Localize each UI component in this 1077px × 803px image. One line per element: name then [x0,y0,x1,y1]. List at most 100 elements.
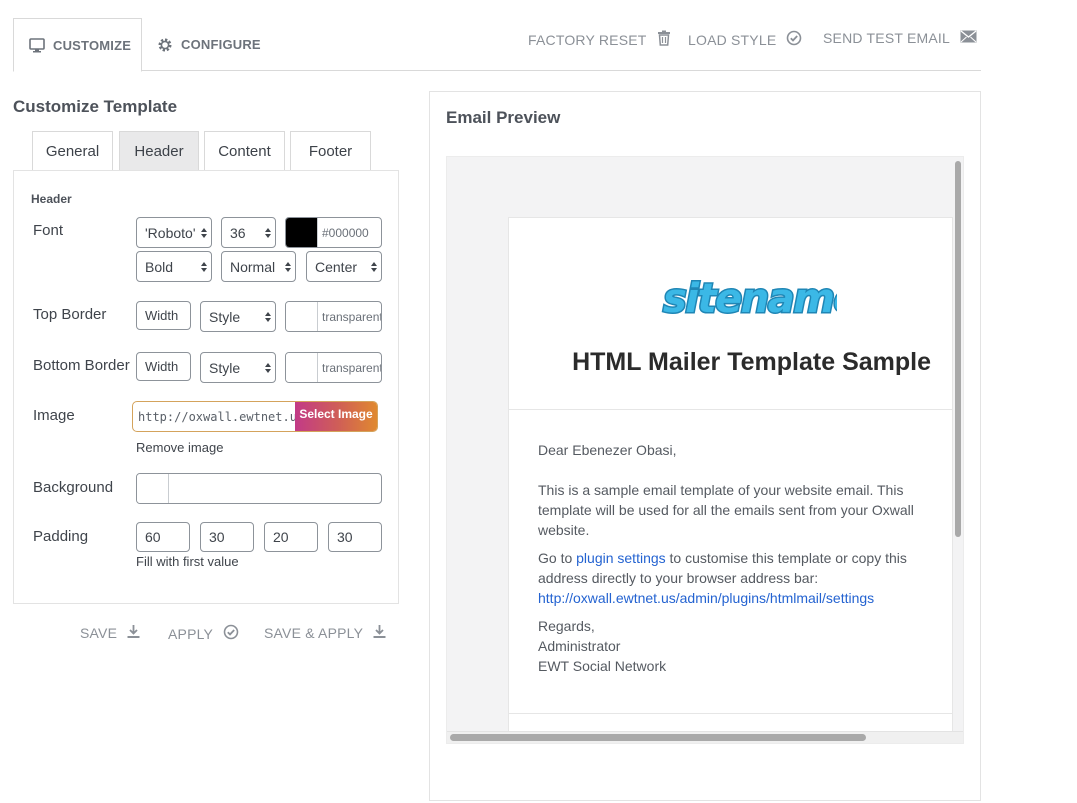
padding-left-input[interactable]: 30 [328,522,382,552]
bottom-border-color-picker[interactable]: transparent [285,352,382,383]
padding-right-value: 30 [209,529,225,545]
top-border-color-picker[interactable]: transparent [285,301,382,332]
bottom-border-color-swatch[interactable] [286,353,318,382]
trash-icon [657,30,671,49]
tab-configure-label: CONFIGURE [181,37,261,52]
header-settings-panel: Header Font 'Roboto' 36 #000000 Bold Nor… [13,170,399,604]
padding-top-input[interactable]: 60 [136,522,190,552]
select-arrows-icon [265,227,271,238]
customize-template-title: Customize Template [13,97,178,116]
email-title: HTML Mailer Template Sample [572,348,931,376]
top-border-style-select[interactable]: Style [200,301,276,332]
select-arrows-icon [201,227,207,238]
tab-header[interactable]: Header [119,131,199,170]
select-arrows-icon [285,261,291,272]
apply-button[interactable]: APPLY [168,624,239,643]
padding-bottom-value: 20 [273,529,289,545]
email-preview-panel: Email Preview sitename HTML Mailer Templ… [429,91,981,801]
font-weight-select[interactable]: Bold [136,251,212,282]
monitor-icon [29,37,45,53]
tab-general[interactable]: General [32,131,113,170]
font-color-picker[interactable]: #000000 [285,217,382,248]
select-arrows-icon [265,362,271,373]
email-card: sitename HTML Mailer Template Sample Dea… [508,217,953,743]
font-size-value: 36 [230,224,246,241]
top-border-width-input[interactable]: Width [136,301,191,330]
email-body: Dear Ebenezer Obasi, This is a sample em… [538,440,928,676]
top-border-label: Top Border [33,306,107,323]
padding-right-input[interactable]: 30 [200,522,254,552]
bottom-border-width-input[interactable]: Width [136,352,191,381]
horizontal-scrollbar[interactable] [450,734,866,741]
padding-top-value: 60 [145,529,161,545]
tab-configure[interactable]: CONFIGURE [142,18,272,71]
bottom-border-style-select[interactable]: Style [200,352,276,383]
email-header: sitename HTML Mailer Template Sample [509,218,952,410]
plugin-settings-link[interactable]: plugin settings [576,550,666,566]
panel-heading: Header [31,192,72,206]
fill-first-value-link[interactable]: Fill with first value [136,554,239,569]
horizontal-scrollbar-track [447,731,963,743]
font-align-select[interactable]: Center [306,251,382,282]
load-style-button[interactable]: LOAD STYLE [688,30,802,49]
font-size-select[interactable]: 36 [221,217,276,248]
select-arrows-icon [371,261,377,272]
image-url-input[interactable]: http://oxwall.ewtnet.us/ [133,402,295,431]
tab-customize[interactable]: CUSTOMIZE [13,18,142,72]
select-image-button[interactable]: Select Image [295,402,377,431]
vertical-scrollbar[interactable] [955,161,961,537]
download-icon [373,624,386,642]
factory-reset-button[interactable]: FACTORY RESET [528,30,671,49]
font-weight-value: Bold [145,258,174,275]
tab-content[interactable]: Content [204,131,285,170]
top-border-width-placeholder: Width [145,308,179,323]
padding-bottom-input[interactable]: 20 [264,522,318,552]
top-border-color-value: transparent [322,309,382,324]
font-family-value: 'Roboto' [145,224,196,241]
bottom-border-label: Bottom Border [33,357,130,374]
svg-text:sitename: sitename [663,278,837,322]
image-label: Image [33,407,75,424]
save-apply-label: SAVE & APPLY [264,625,364,641]
font-color-value: #000000 [322,225,369,240]
padding-left-value: 30 [337,529,353,545]
bottom-border-width-placeholder: Width [145,359,179,374]
top-border-style-value: Style [209,308,241,325]
email-regards: Regards, [538,618,595,634]
font-color-swatch[interactable] [286,218,318,247]
background-color-swatch[interactable] [137,474,169,503]
font-label: Font [33,222,64,239]
check-circle-icon [223,624,239,643]
factory-reset-label: FACTORY RESET [528,31,647,48]
settings-url-link[interactable]: http://oxwall.ewtnet.us/admin/plugins/ht… [538,590,874,606]
p2-before: Go to [538,550,577,566]
email-signer: Administrator [538,638,621,654]
background-color-picker[interactable] [136,473,382,504]
font-family-select[interactable]: 'Roboto' [136,217,212,248]
preview-frame[interactable]: sitename HTML Mailer Template Sample Dea… [446,156,964,744]
bottom-border-style-value: Style [209,359,241,376]
tab-footer[interactable]: Footer [290,131,371,170]
background-label: Background [33,479,114,496]
email-network: EWT Social Network [538,658,667,674]
save-button[interactable]: SAVE [80,624,140,642]
bottom-border-color-value: transparent [322,360,382,375]
email-paragraph: This is a sample email template of your … [538,482,914,538]
image-url-field: http://oxwall.ewtnet.us/ Select Image [132,401,378,432]
send-test-email-label: SEND TEST EMAIL [823,30,950,46]
envelope-icon [960,30,977,46]
font-style-select[interactable]: Normal [221,251,296,282]
remove-image-link[interactable]: Remove image [136,440,223,455]
select-arrows-icon [265,311,271,322]
check-circle-icon [786,30,802,49]
top-border-color-swatch[interactable] [286,302,318,331]
send-test-email-button[interactable]: SEND TEST EMAIL [823,30,977,46]
email-paragraph-settings: Go to plugin settings to customise this … [538,548,928,608]
sitename-logo: sitename [661,275,863,329]
email-preview-title: Email Preview [446,108,561,127]
save-and-apply-button[interactable]: SAVE & APPLY [264,624,386,642]
load-style-label: LOAD STYLE [688,31,777,48]
apply-label: APPLY [168,625,214,642]
font-style-value: Normal [230,258,276,275]
tab-customize-label: CUSTOMIZE [53,37,132,53]
